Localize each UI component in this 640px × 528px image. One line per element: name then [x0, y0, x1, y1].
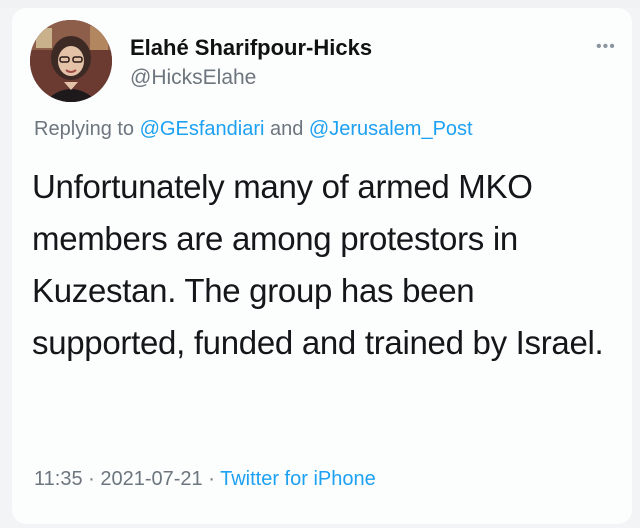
top-edge: [0, 0, 640, 8]
tweet-date[interactable]: 2021-07-21: [100, 468, 202, 490]
replying-to-line: Replying to @GEsfandiari and @Jerusalem_…: [34, 118, 473, 141]
tweet-source[interactable]: Twitter for iPhone: [220, 468, 376, 490]
meta-separator: ·: [202, 468, 221, 490]
tweet-text: Unfortunately many of armed MKO members …: [32, 168, 604, 361]
avatar-photo-icon: [30, 20, 112, 102]
reply-mention-1[interactable]: @GEsfandiari: [140, 118, 265, 140]
tweet-card: Elahé Sharifpour-Hicks @HicksElahe ••• R…: [12, 8, 632, 524]
author-handle[interactable]: @HicksElahe: [130, 66, 256, 90]
reply-mention-2[interactable]: @Jerusalem_Post: [309, 118, 473, 140]
tweet-meta: 11:35 · 2021-07-21 · Twitter for iPhone: [34, 468, 376, 491]
more-options-icon[interactable]: •••: [596, 38, 616, 56]
reply-connector: and: [264, 118, 309, 140]
reply-prefix: Replying to: [34, 118, 140, 140]
tweet-time[interactable]: 11:35: [34, 468, 83, 490]
avatar[interactable]: [30, 20, 112, 102]
author-name[interactable]: Elahé Sharifpour-Hicks: [130, 35, 372, 61]
meta-separator: ·: [82, 468, 101, 490]
